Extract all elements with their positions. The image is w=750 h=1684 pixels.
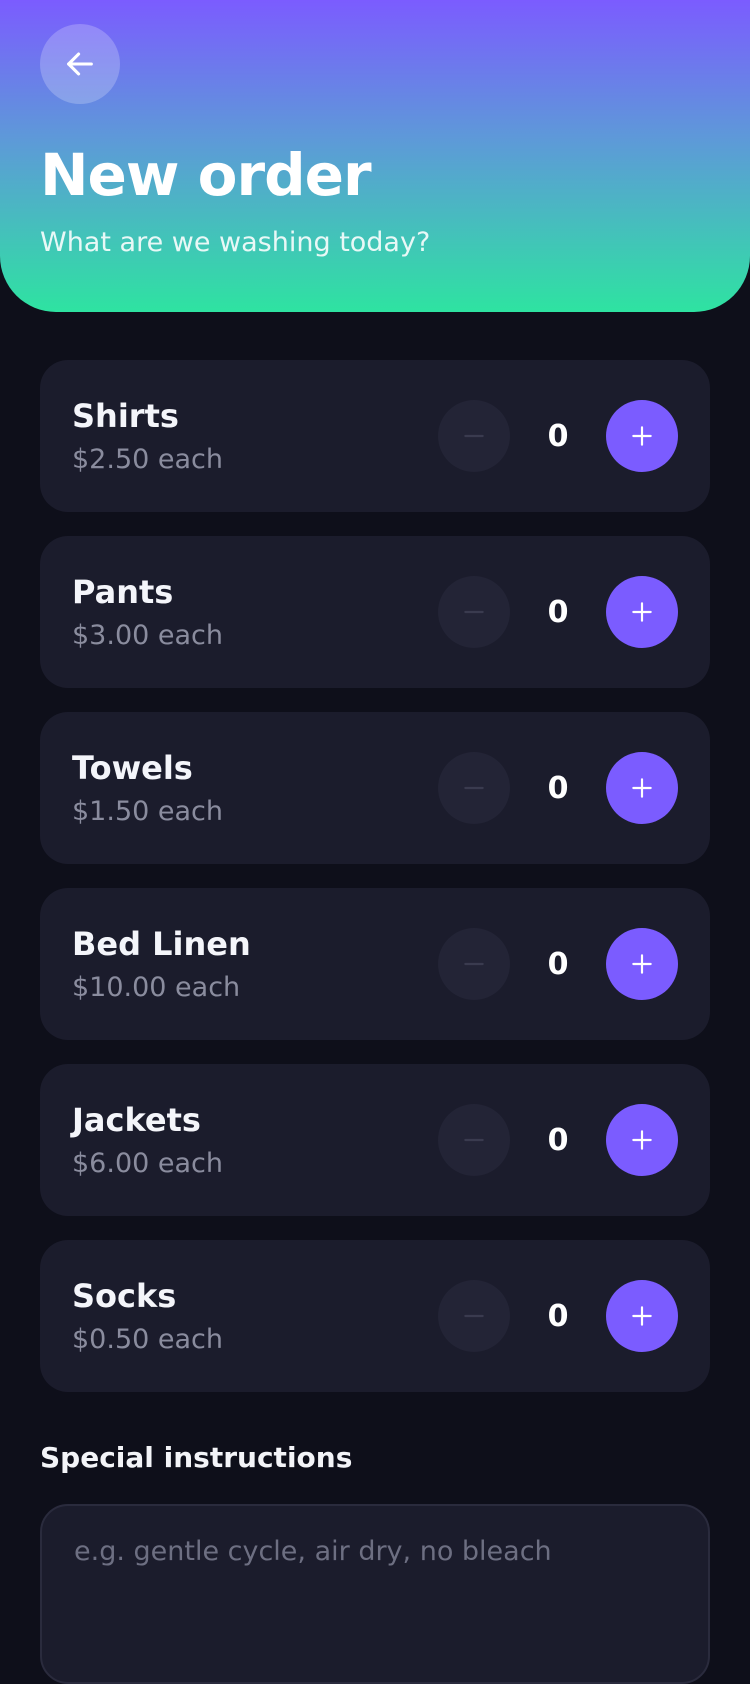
plus-icon — [632, 1130, 652, 1150]
decrement-button[interactable] — [438, 576, 510, 648]
item-name: Jackets — [72, 1101, 201, 1139]
decrement-button[interactable] — [438, 400, 510, 472]
increment-button[interactable] — [606, 752, 678, 824]
minus-icon — [464, 786, 484, 790]
item-price: $0.50 each — [72, 1324, 223, 1355]
item-price: $3.00 each — [72, 620, 223, 651]
minus-icon — [464, 962, 484, 966]
back-button[interactable] — [40, 24, 120, 104]
decrement-button[interactable] — [438, 1280, 510, 1352]
quantity-stepper: 0 — [438, 1104, 678, 1176]
quantity-stepper: 0 — [438, 752, 678, 824]
increment-button[interactable] — [606, 1104, 678, 1176]
increment-button[interactable] — [606, 1280, 678, 1352]
plus-icon — [632, 1306, 652, 1326]
item-price: $10.00 each — [72, 972, 241, 1003]
item-price: $1.50 each — [72, 796, 223, 827]
item-price: $2.50 each — [72, 444, 223, 475]
item-card-shirts: Shirts $2.50 each 0 — [40, 360, 710, 512]
quantity-value: 0 — [547, 1122, 569, 1158]
quantity-stepper: 0 — [438, 1280, 678, 1352]
quantity-stepper: 0 — [438, 576, 678, 648]
quantity-value: 0 — [547, 418, 569, 454]
header: New order What are we washing today? — [0, 0, 750, 312]
item-card-bed-linen: Bed Linen $10.00 each 0 — [40, 888, 710, 1040]
item-card-jackets: Jackets $6.00 each 0 — [40, 1064, 710, 1216]
item-list: Shirts $2.50 each 0 Pants $3.00 each 0 T… — [40, 360, 710, 1416]
minus-icon — [464, 610, 484, 614]
item-name: Towels — [72, 749, 193, 787]
quantity-value: 0 — [547, 946, 569, 982]
minus-icon — [464, 1314, 484, 1318]
item-name: Bed Linen — [72, 925, 251, 963]
item-name: Socks — [72, 1277, 177, 1315]
item-card-socks: Socks $0.50 each 0 — [40, 1240, 710, 1392]
quantity-stepper: 0 — [438, 928, 678, 1000]
plus-icon — [632, 602, 652, 622]
quantity-stepper: 0 — [438, 400, 678, 472]
quantity-value: 0 — [547, 1298, 569, 1334]
page-title: New order — [40, 141, 372, 209]
page-subtitle: What are we washing today? — [40, 227, 431, 258]
quantity-value: 0 — [547, 770, 569, 806]
decrement-button[interactable] — [438, 1104, 510, 1176]
item-card-towels: Towels $1.50 each 0 — [40, 712, 710, 864]
increment-button[interactable] — [606, 928, 678, 1000]
increment-button[interactable] — [606, 400, 678, 472]
item-name: Shirts — [72, 397, 179, 435]
item-card-pants: Pants $3.00 each 0 — [40, 536, 710, 688]
plus-icon — [632, 426, 652, 446]
minus-icon — [464, 1138, 484, 1142]
quantity-value: 0 — [547, 594, 569, 630]
plus-icon — [632, 778, 652, 798]
decrement-button[interactable] — [438, 928, 510, 1000]
item-name: Pants — [72, 573, 174, 611]
minus-icon — [464, 434, 484, 438]
special-instructions-input[interactable] — [40, 1504, 710, 1684]
decrement-button[interactable] — [438, 752, 510, 824]
special-instructions-label: Special instructions — [40, 1441, 353, 1474]
plus-icon — [632, 954, 652, 974]
arrow-left-icon — [67, 52, 93, 76]
item-price: $6.00 each — [72, 1148, 223, 1179]
increment-button[interactable] — [606, 576, 678, 648]
